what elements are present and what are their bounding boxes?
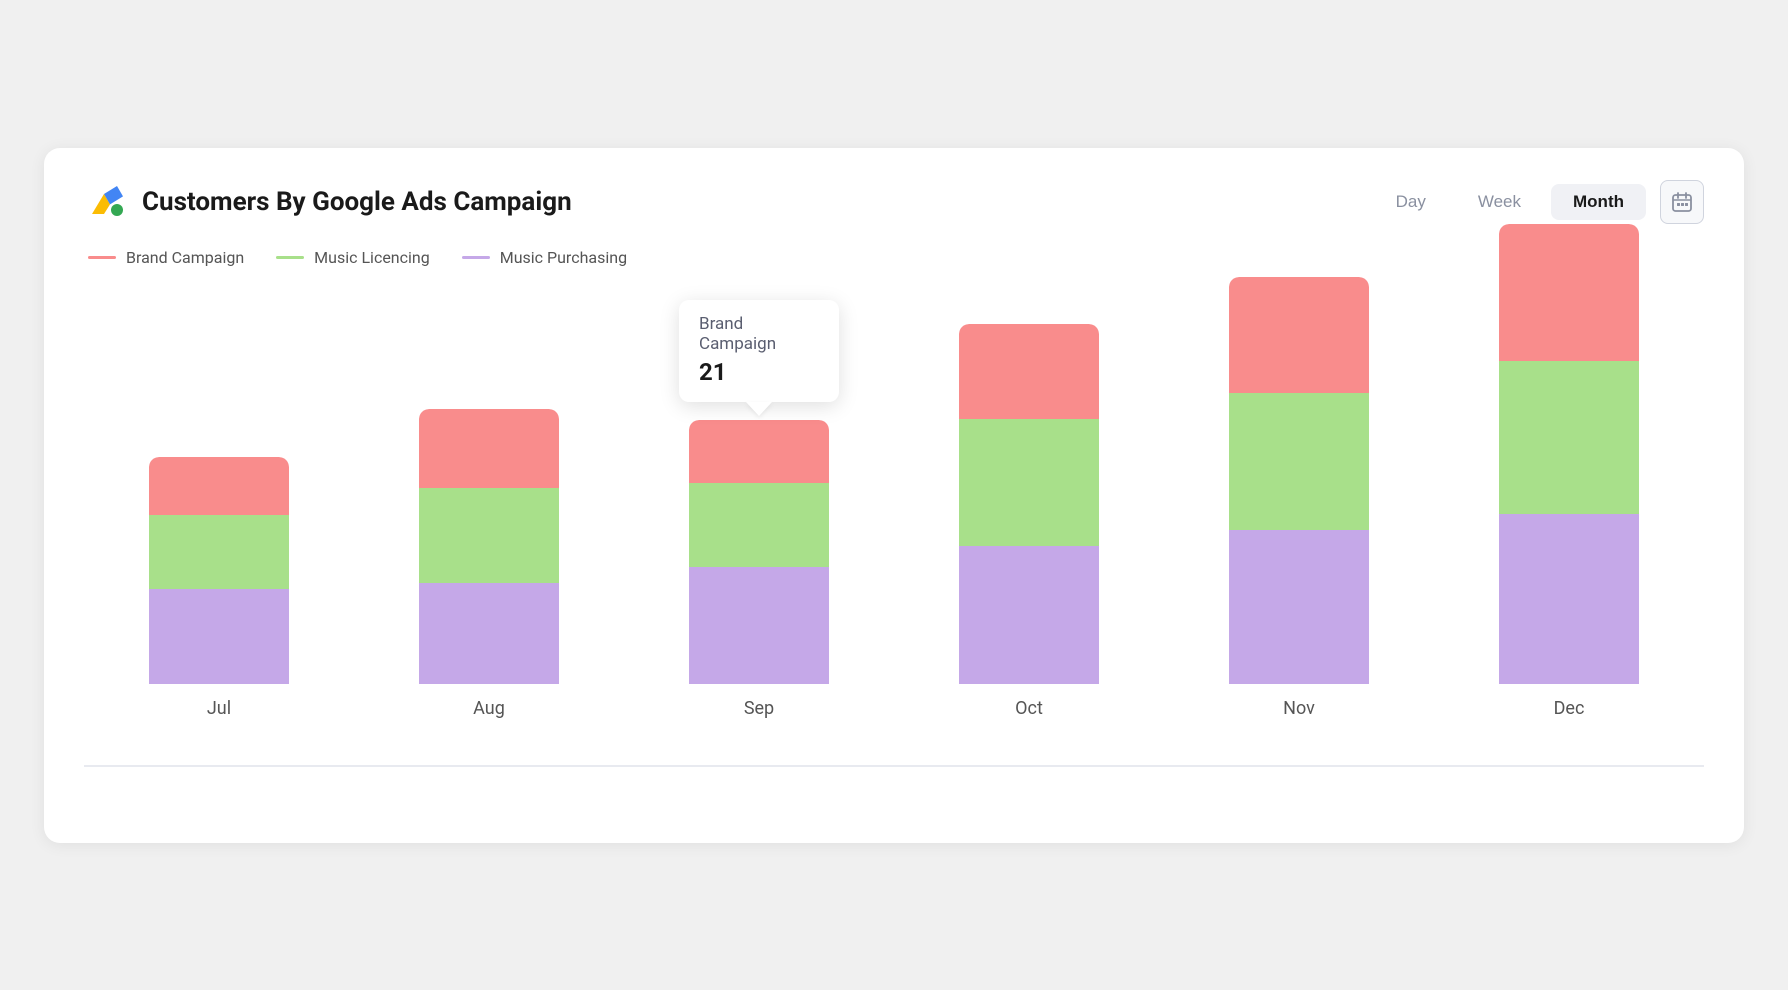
bar-month-label: Sep [744, 698, 774, 719]
axis-line [84, 765, 1704, 767]
month-button[interactable]: Month [1551, 184, 1646, 220]
bar-group: Aug [354, 295, 624, 719]
tooltip-label: Brand Campaign [699, 314, 819, 354]
bar-month-label: Oct [1015, 698, 1043, 719]
bar-group: Nov [1164, 295, 1434, 719]
bar-group: Oct [894, 295, 1164, 719]
legend-brand: Brand Campaign [88, 248, 244, 267]
legend-licensing: Music Licencing [276, 248, 430, 267]
bars-container: Jul Aug Brand Campaign 21 Sep [84, 295, 1704, 767]
legend-purchasing-color [462, 256, 490, 259]
chart-legend: Brand Campaign Music Licencing Music Pur… [84, 248, 1704, 267]
google-ads-logo [84, 180, 128, 224]
calendar-button[interactable] [1660, 180, 1704, 224]
legend-brand-label: Brand Campaign [126, 248, 244, 267]
chart-header: Customers By Google Ads Campaign Day Wee… [84, 180, 1704, 224]
calendar-icon [1671, 191, 1693, 213]
bar-month-label: Nov [1283, 698, 1315, 719]
week-button[interactable]: Week [1456, 184, 1543, 220]
tooltip-value: 21 [699, 358, 819, 386]
chart-card: Customers By Google Ads Campaign Day Wee… [44, 148, 1744, 843]
day-button[interactable]: Day [1374, 184, 1448, 220]
bar-group: Brand Campaign 21 Sep [624, 295, 894, 719]
bar-month-label: Jul [207, 698, 231, 719]
legend-purchasing-label: Music Purchasing [500, 248, 627, 267]
legend-purchasing: Music Purchasing [462, 248, 627, 267]
legend-licensing-color [276, 256, 304, 259]
tooltip: Brand Campaign 21 [679, 300, 839, 402]
bar-month-label: Aug [473, 698, 505, 719]
header-left: Customers By Google Ads Campaign [84, 180, 572, 224]
legend-brand-color [88, 256, 116, 259]
header-right: Day Week Month [1374, 180, 1704, 224]
bar-group: Dec [1434, 295, 1704, 719]
bar-group: Jul [84, 295, 354, 719]
page-title: Customers By Google Ads Campaign [142, 187, 572, 217]
chart-area: Jul Aug Brand Campaign 21 Sep [84, 295, 1704, 815]
legend-licensing-label: Music Licencing [314, 248, 430, 267]
bar-month-label: Dec [1554, 698, 1585, 719]
